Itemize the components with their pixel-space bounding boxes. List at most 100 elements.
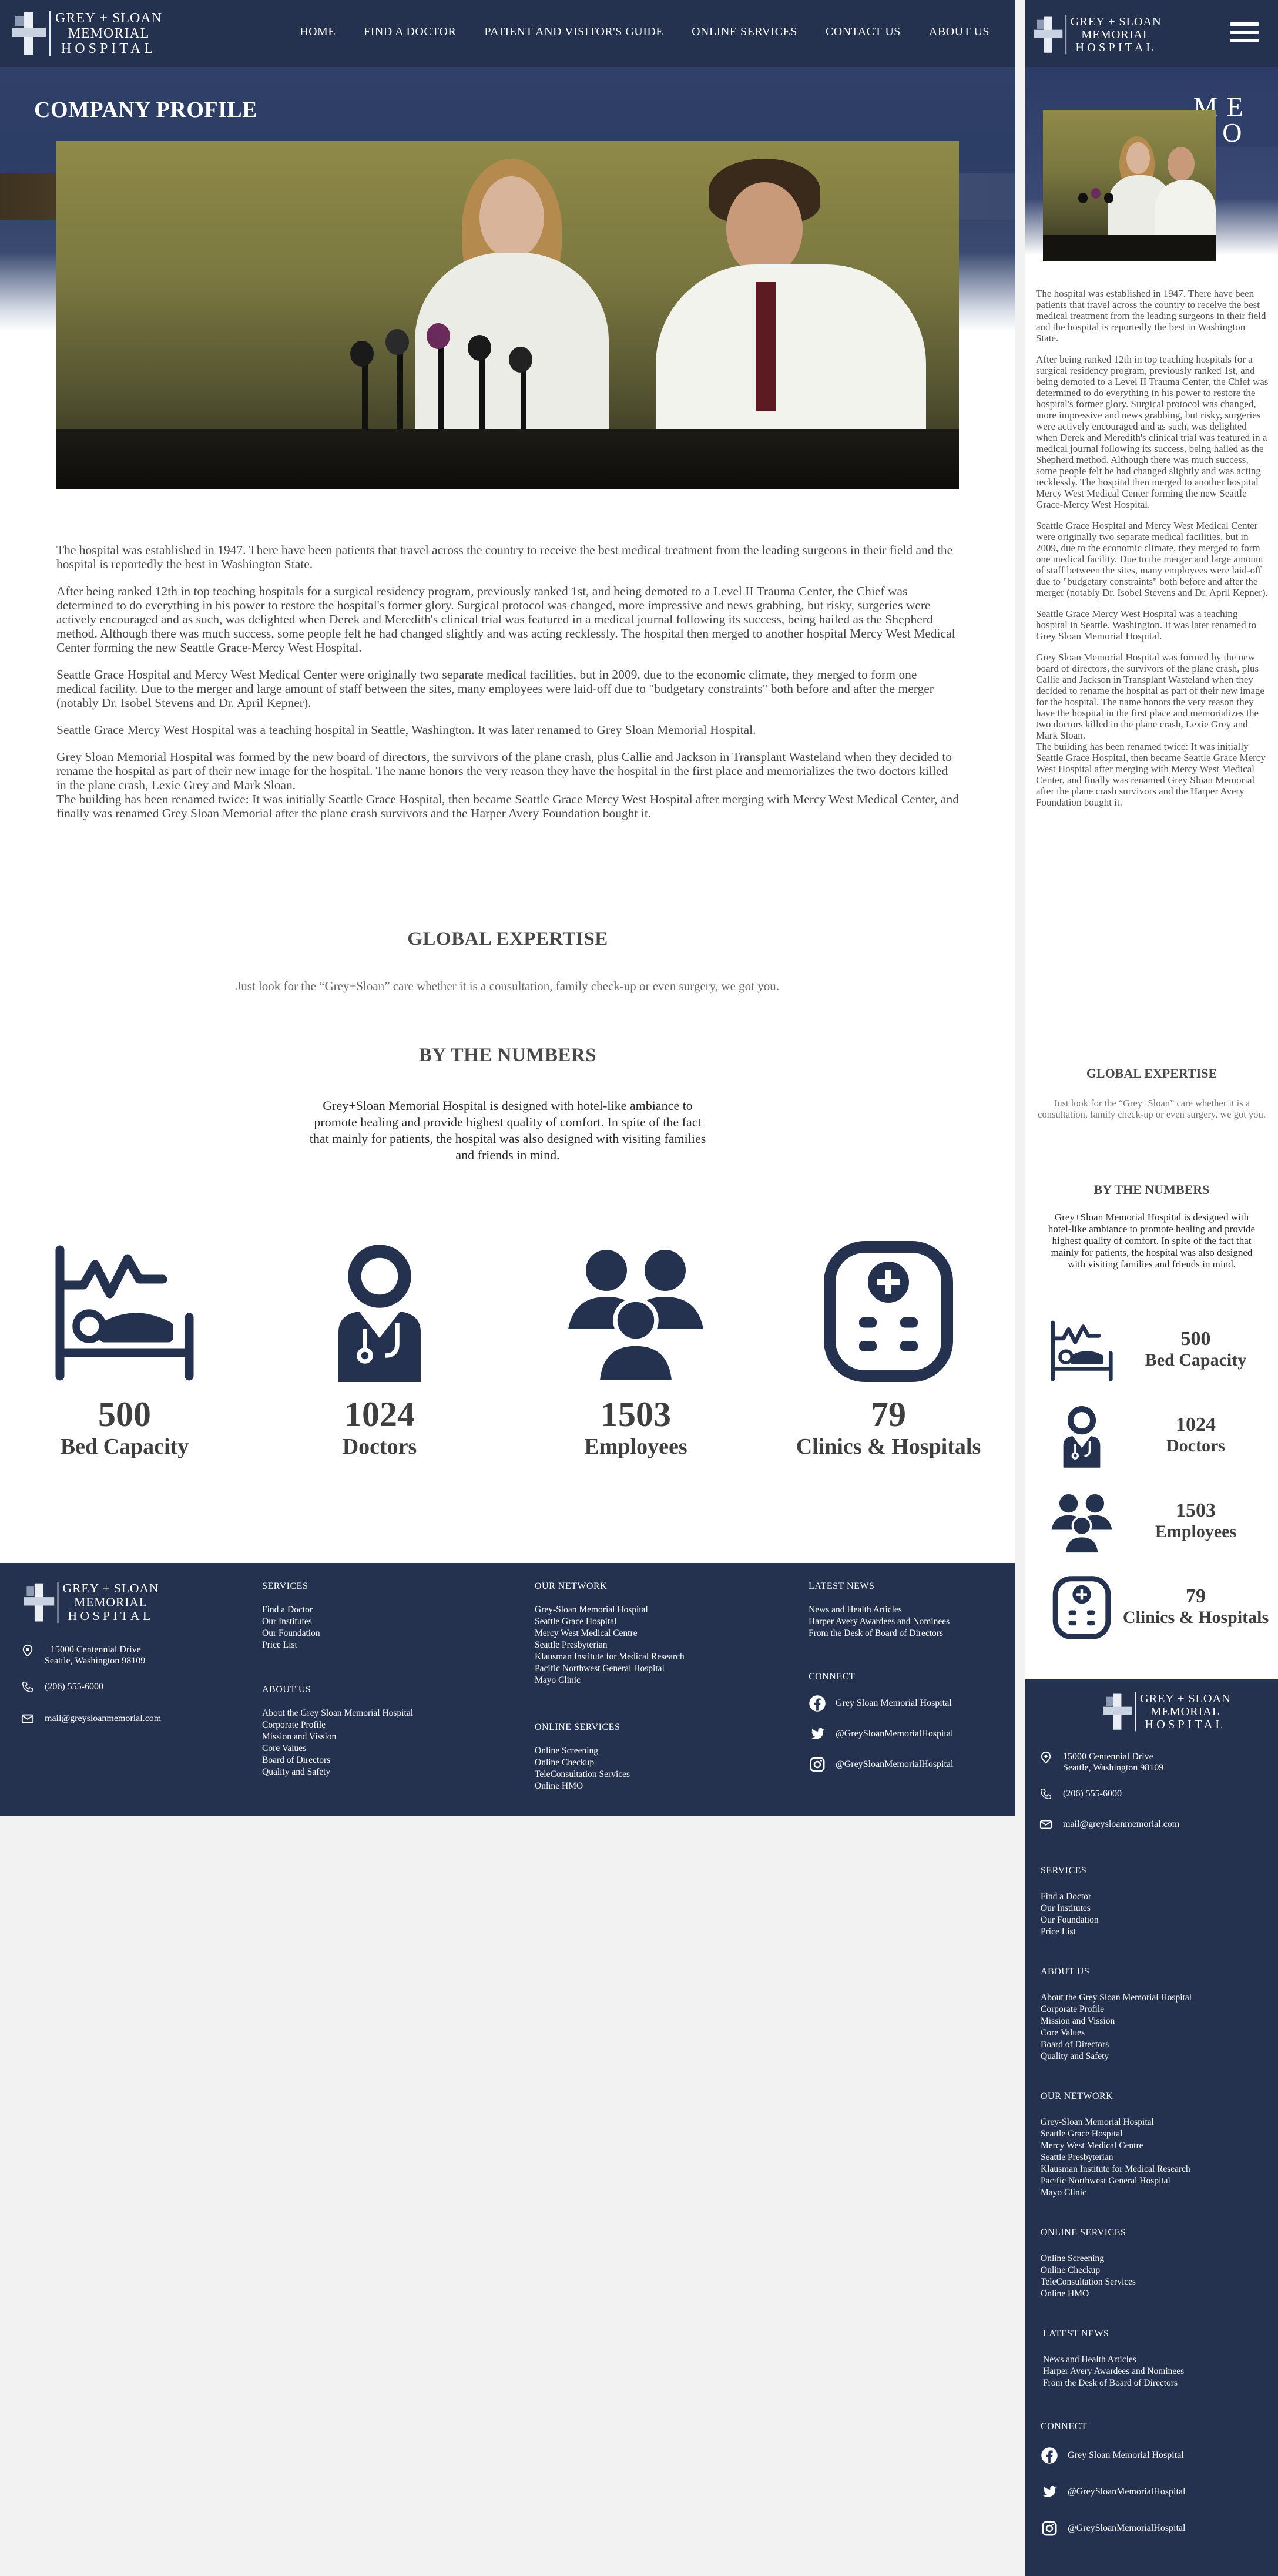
footer-link[interactable]: Board of Directors [262,1755,413,1766]
hamburger-menu-icon[interactable] [1230,22,1259,46]
footer-link[interactable]: TeleConsultation Services [535,1769,630,1780]
footer-link[interactable]: Mercy West Medical Centre [535,1628,685,1639]
main-nav: HOME FIND A DOCTOR PATIENT AND VISITOR'S… [300,25,989,39]
footer-services: SERVICES Find a Doctor Our Institutes Ou… [262,1581,320,1651]
footer-online-services: ONLINE SERVICES Online Screening Online … [535,1722,630,1792]
footer-link[interactable]: Pacific Northwest General Hospital [535,1663,685,1675]
footer-link[interactable]: Online HMO [535,1780,630,1792]
footer-link[interactable]: Klausman Institute for Medical Research [1041,2164,1190,2175]
nav-find-a-doctor[interactable]: FIND A DOCTOR [364,25,456,39]
footer-link[interactable]: TeleConsultation Services [1041,2276,1136,2288]
mobile-brand-logo[interactable]: GREY + SLOAN MEMORIAL HOSPITAL [1034,15,1162,55]
footer-link[interactable]: Online Checkup [535,1757,630,1769]
footer-link[interactable]: Seattle Presbyterian [535,1639,685,1651]
brand-line-1: GREY + SLOAN [1139,1692,1231,1706]
footer-link[interactable]: Quality and Safety [1041,2051,1192,2062]
mobile-footer-logo[interactable]: GREY + SLOAN MEMORIAL HOSPITAL [1103,1692,1231,1732]
facebook-handle: Grey Sloan Memorial Hospital [836,1698,952,1708]
nav-patient-visitor-guide[interactable]: PATIENT AND VISITOR'S GUIDE [484,25,663,39]
footer-email[interactable]: mail@greysloanmemorial.com [21,1712,161,1725]
footer-link[interactable]: Pacific Northwest General Hospital [1041,2175,1190,2187]
footer-link[interactable]: Core Values [1041,2027,1192,2039]
footer-link[interactable]: Grey-Sloan Memorial Hospital [535,1604,685,1616]
facebook-link[interactable]: Grey Sloan Memorial Hospital [809,1695,953,1712]
footer-link[interactable]: Find a Doctor [1041,1891,1099,1903]
about-paragraph: Seattle Grace Mercy West Hospital was a … [1036,608,1257,642]
footer-link[interactable]: Mayo Clinic [1041,2187,1190,2199]
footer-link[interactable]: About the Grey Sloan Memorial Hospital [1041,1992,1192,2004]
footer-link[interactable]: Online Screening [535,1745,630,1757]
brand-line-2: MEMORIAL [74,1595,147,1609]
footer-link[interactable]: Price List [262,1639,320,1651]
footer-link[interactable]: Mission and Vission [262,1731,413,1743]
footer-link[interactable]: Mayo Clinic [535,1675,685,1686]
clinic-icon [1052,1576,1111,1639]
footer-link[interactable]: News and Health Articles [809,1604,950,1616]
footer-link[interactable]: From the Desk of Board of Directors [1043,2377,1184,2389]
address-line-1: 15000 Centennial Drive [51,1645,141,1655]
mobile-top-navbar: GREY + SLOAN MEMORIAL HOSPITAL [1025,0,1278,67]
brand-line-3: HOSPITAL [61,41,157,56]
mobile-footer-connect: CONNECT Grey Sloan Memorial Hospital @Gr… [1041,2421,1185,2550]
nav-online-services[interactable]: ONLINE SERVICES [692,25,797,39]
footer-link[interactable]: Corporate Profile [262,1719,413,1731]
instagram-handle: @GreySloanMemorialHospital [1068,2523,1186,2533]
footer-link[interactable]: Seattle Grace Hospital [535,1616,685,1628]
footer-link[interactable]: Harper Avery Awardees and Nominees [809,1616,950,1628]
footer-link[interactable]: Seattle Presbyterian [1041,2152,1190,2164]
footer-link[interactable]: Online Screening [1041,2253,1136,2265]
nav-home[interactable]: HOME [300,25,336,39]
footer-link[interactable]: Corporate Profile [1041,2004,1192,2015]
footer-link[interactable]: News and Health Articles [1043,2354,1184,2366]
brand-wordmark: GREY + SLOAN MEMORIAL HOSPITAL [49,11,162,56]
mobile-stat-clinics-hospitals: 79 Clinics & Hospitals [1025,1576,1278,1646]
footer-link[interactable]: About the Grey Sloan Memorial Hospital [262,1708,413,1719]
stat-label: Clinics & Hospitals [796,1434,981,1459]
footer-link[interactable]: Our Foundation [262,1628,320,1639]
footer-link[interactable]: Harper Avery Awardees and Nominees [1043,2366,1184,2377]
stat-clinics-hospitals: 79 Clinics & Hospitals [771,1241,1006,1460]
brand-wordmark: GREY + SLOAN MEMORIAL HOSPITAL [1135,1692,1231,1732]
footer-link[interactable]: Mission and Vission [1041,2015,1192,2027]
facebook-link[interactable]: Grey Sloan Memorial Hospital [1041,2447,1185,2464]
hospital-cross-icon [12,12,46,55]
footer-phone[interactable]: (206) 555-6000 [1039,1787,1122,1800]
footer-link[interactable]: Board of Directors [1041,2039,1192,2051]
footer-link[interactable]: Our Foundation [1041,1914,1099,1926]
footer-link[interactable]: Our Institutes [1041,1903,1099,1914]
twitter-link[interactable]: @GreySloanMemorialHospital [809,1725,953,1743]
instagram-link[interactable]: @GreySloanMemorialHospital [809,1756,953,1773]
twitter-link[interactable]: @GreySloanMemorialHospital [1041,2483,1185,2501]
desktop-view: GREY + SLOAN MEMORIAL HOSPITAL HOME FIND… [0,0,1015,1816]
address-line-2: Seattle, Washington 98109 [45,1656,146,1666]
footer-about: ABOUT US About the Grey Sloan Memorial H… [262,1684,413,1778]
footer-phone[interactable]: (206) 555-6000 [21,1681,103,1693]
footer-link[interactable]: Our Institutes [262,1616,320,1628]
brand-logo[interactable]: GREY + SLOAN MEMORIAL HOSPITAL [12,11,162,56]
footer-link[interactable]: From the Desk of Board of Directors [809,1628,950,1639]
nav-about-us[interactable]: ABOUT US [929,25,989,39]
doctor-icon [338,1245,421,1382]
about-paragraph: The hospital was established in 1947. Th… [1036,288,1266,344]
stat-doctors: 1024 Doctors [262,1241,497,1460]
footer-logo[interactable]: GREY + SLOAN MEMORIAL HOSPITAL [24,1582,159,1624]
footer-link[interactable]: Mercy West Medical Centre [1041,2140,1190,2152]
brand-wordmark: GREY + SLOAN MEMORIAL HOSPITAL [57,1582,159,1624]
footer-link[interactable]: Seattle Grace Hospital [1041,2128,1190,2140]
nav-contact-us[interactable]: CONTACT US [826,25,901,39]
footer-link[interactable]: Online HMO [1041,2288,1136,2300]
instagram-link[interactable]: @GreySloanMemorialHospital [1041,2520,1185,2537]
phone-number: (206) 555-6000 [45,1682,103,1692]
by-the-numbers-title: BY THE NUMBERS [418,1045,597,1066]
footer-link[interactable]: Quality and Safety [262,1766,413,1778]
footer-link[interactable]: Find a Doctor [262,1604,320,1616]
footer-link[interactable]: Grey-Sloan Memorial Hospital [1041,2117,1190,2128]
footer-email[interactable]: mail@greysloanmemorial.com [1039,1818,1179,1831]
footer-link[interactable]: Online Checkup [1041,2265,1136,2276]
footer-link[interactable]: Klausman Institute for Medical Research [535,1651,685,1663]
footer-link[interactable]: Core Values [262,1743,413,1755]
footer-online-head: ONLINE SERVICES [1041,2228,1126,2238]
footer-link[interactable]: Price List [1041,1926,1099,1938]
footer-address: 15000 Centennial Drive Seattle, Washingt… [21,1644,145,1666]
phone-number: (206) 555-6000 [1063,1789,1122,1799]
